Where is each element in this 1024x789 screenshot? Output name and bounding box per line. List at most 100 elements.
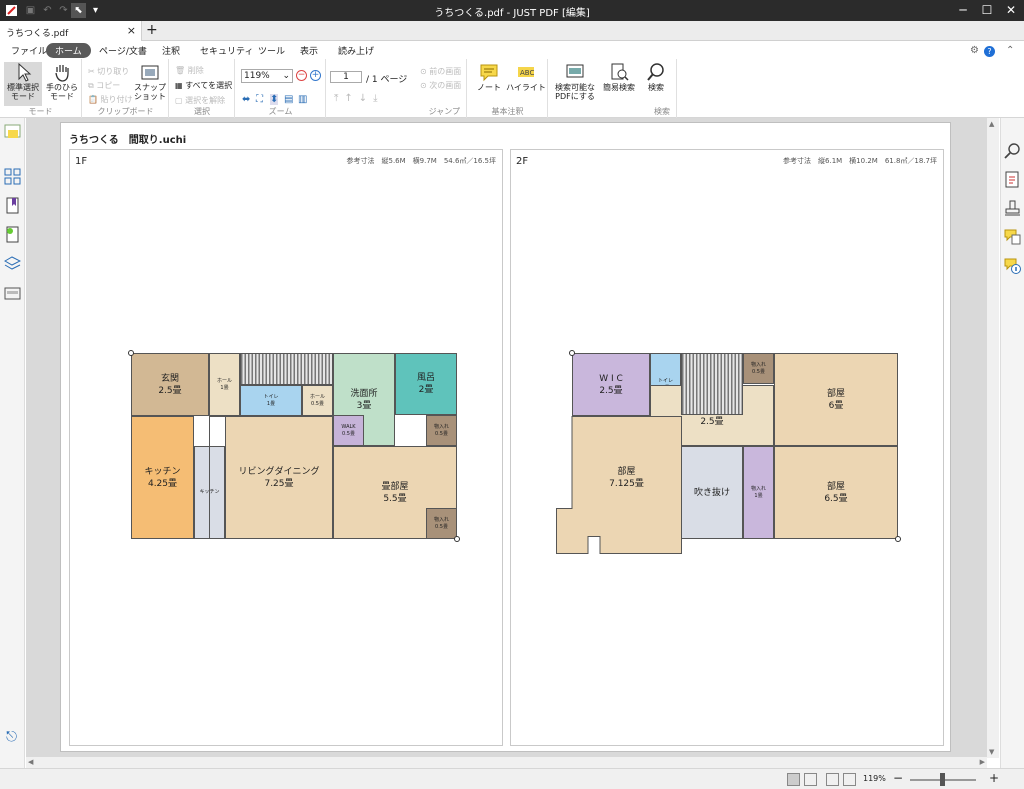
bookmark-icon[interactable] (4, 197, 21, 214)
form-fields-icon[interactable] (4, 285, 21, 302)
corner-handle[interactable] (569, 350, 575, 356)
snapshot-button[interactable]: スナップ ショット (133, 62, 167, 101)
actual-size-icon[interactable]: ▥ (298, 94, 307, 105)
close-tab-icon[interactable]: × (127, 24, 136, 37)
paste-label: 貼り付け (100, 95, 133, 104)
edit-document-icon[interactable] (1004, 171, 1021, 188)
copy-button[interactable]: ⧉ コピー (88, 80, 120, 91)
hand-mode-label: 手のひら モード (46, 83, 78, 101)
menu-view[interactable]: 表示 (300, 44, 318, 57)
zoom-select[interactable]: 119% ⌄ (241, 69, 293, 83)
scroll-right-icon[interactable]: ▶ (980, 758, 985, 766)
zoom-value: 119% (244, 71, 270, 81)
status-zoom-in-button[interactable]: + (989, 771, 999, 785)
new-tab-button[interactable]: + (146, 22, 158, 38)
select-all-button[interactable]: ▦ すべてを選択 (175, 80, 232, 91)
floor-1-dimensions: 参考寸法 縦5.6M 横9.7M 54.6㎡／16.5坪 (346, 157, 496, 165)
pdf-page: うちつくる 間取り.uchi 1F 参考寸法 縦5.6M 横9.7M 54.6㎡… (60, 122, 951, 752)
standard-select-mode-button[interactable]: 標準選択 モード (4, 62, 42, 106)
zoom-slider-thumb[interactable] (940, 773, 945, 786)
deselect-button[interactable]: ▢ 選択を解除 (175, 95, 225, 106)
status-zoom-out-button[interactable]: − (893, 771, 903, 785)
menu-home[interactable]: ホーム (46, 43, 91, 58)
paperclip-icon[interactable]: ⎋ (6, 729, 23, 746)
zoom-out-icon[interactable]: − (296, 70, 307, 81)
vertical-scrollbar[interactable]: ▲ ▼ (987, 118, 999, 758)
page-nav-arrows[interactable]: ⤒↑↓⤓ (334, 93, 384, 104)
room-bedroom-7-label: 部屋 7.125畳 (609, 466, 644, 489)
menu-annotation[interactable]: 注釈 (162, 44, 180, 57)
document-tab[interactable]: うちつくる.pdf × (0, 21, 142, 41)
prev-view-button[interactable]: ⊙ 前の画面 (420, 66, 461, 77)
zoom-in-icon[interactable]: + (310, 70, 321, 81)
make-searchable-pdf-button[interactable]: 検索可能な PDFにする (552, 62, 598, 101)
comment-list-icon[interactable] (1004, 228, 1021, 245)
help-icon[interactable]: ? (984, 46, 995, 57)
hand-mode-status-icon[interactable] (804, 773, 817, 786)
room-walk: WALK 0.5畳 (333, 415, 364, 446)
status-zoom-level: 119% (863, 774, 886, 783)
room-furo: 風呂 2畳 (395, 353, 457, 415)
next-view-button[interactable]: ⊙ 次の画面 (420, 80, 461, 91)
find-icon[interactable] (1004, 142, 1021, 159)
corner-handle[interactable] (454, 536, 460, 542)
highlight-button[interactable]: ABC ハイライト (506, 62, 546, 92)
note-button[interactable]: ノート (474, 62, 504, 92)
ribbon-group-selection: 🗑 削除 ▦ すべてを選択 ▢ 選択を解除 選択 (170, 59, 235, 118)
fit-page-status-icon[interactable] (826, 773, 839, 786)
annotation-list-icon[interactable] (4, 124, 21, 141)
menu-security[interactable]: セキュリティ (200, 44, 253, 57)
thumbnails-icon[interactable] (4, 168, 21, 185)
fit-height-icon[interactable]: ⬍ (270, 94, 279, 105)
minimize-button[interactable]: ─ (950, 2, 976, 19)
ribbon-group-search: 検索可能な PDFにする 簡易検索 検索 検索 (549, 59, 677, 118)
paste-button[interactable]: 📋 貼り付け (88, 94, 133, 105)
room-kitchen: キッチン 4.25畳 (131, 416, 194, 539)
room-storage-1f-b: 物入れ 0.5畳 (426, 508, 457, 539)
hand-mode-button[interactable]: 手のひら モード (44, 62, 80, 101)
scroll-down-icon[interactable]: ▼ (989, 748, 994, 756)
menu-file[interactable]: ファイル (11, 44, 47, 57)
simple-search-button[interactable]: 簡易検索 (601, 62, 637, 92)
room-living-dining: リビングダイニング 7.25畳 (225, 416, 333, 539)
layers-icon[interactable] (4, 255, 21, 272)
next-view-label: 次の画面 (429, 81, 462, 90)
floor-2-name: 2F (516, 156, 529, 167)
snapshot-icon (141, 65, 159, 80)
delete-label: 削除 (187, 66, 204, 75)
cut-label: 切り取り (97, 67, 130, 76)
arrow-cursor-icon (18, 62, 32, 82)
search-button[interactable]: 検索 (641, 62, 671, 92)
page-number-input[interactable]: 1 (330, 71, 362, 83)
maximize-button[interactable]: ☐ (974, 2, 1000, 19)
fit-content-icon[interactable]: ▤ (284, 94, 293, 105)
close-button[interactable]: ✕ (998, 2, 1024, 19)
floor-2-dimensions: 参考寸法 縦6.1M 横10.2M 61.8㎡／18.7坪 (783, 157, 937, 165)
select-mode-status-icon[interactable] (787, 773, 800, 786)
chevron-down-icon: ⌄ (282, 71, 290, 81)
title-bar: ▣ ↶ ↷ ⬉ ▾ うちつくる.pdf - JUST PDF [編集] ─ ☐ … (0, 0, 1024, 21)
cut-button[interactable]: ✂ 切り取り (88, 66, 129, 77)
room-storage-2f-a: 物入れ 0.5畳 (743, 353, 774, 384)
search-group-label: 検索 (654, 107, 670, 116)
corner-handle[interactable] (895, 536, 901, 542)
fit-width-status-icon[interactable] (843, 773, 856, 786)
make-searchable-label: 検索可能な PDFにする (555, 83, 595, 101)
collapse-ribbon-icon[interactable]: ⌃ (1006, 45, 1014, 56)
scroll-up-icon[interactable]: ▲ (989, 120, 994, 128)
ribbon-group-clipboard: ✂ 切り取り ⧉ コピー 📋 貼り付け スナップ ショット クリップボード (83, 59, 169, 118)
stamp-icon[interactable] (1004, 200, 1021, 217)
attachment-page-icon[interactable] (4, 226, 21, 243)
corner-handle[interactable] (128, 350, 134, 356)
scroll-left-icon[interactable]: ◀ (28, 758, 33, 766)
fit-page-icon[interactable]: ⛶ (256, 94, 263, 105)
comment-info-icon[interactable] (1004, 257, 1021, 274)
menu-page-doc[interactable]: ページ/文書 (99, 44, 147, 57)
room-storage-1f-a: 物入れ 0.5畳 (426, 415, 457, 446)
delete-button[interactable]: 🗑 削除 (175, 65, 204, 76)
settings-gear-icon[interactable]: ⚙ (970, 45, 979, 56)
menu-tools[interactable]: ツール (258, 44, 285, 57)
menu-read-aloud[interactable]: 読み上げ (338, 44, 374, 57)
horizontal-scrollbar[interactable]: ◀ ▶ (26, 757, 987, 768)
fit-width-icon[interactable]: ⬌ (242, 94, 250, 105)
